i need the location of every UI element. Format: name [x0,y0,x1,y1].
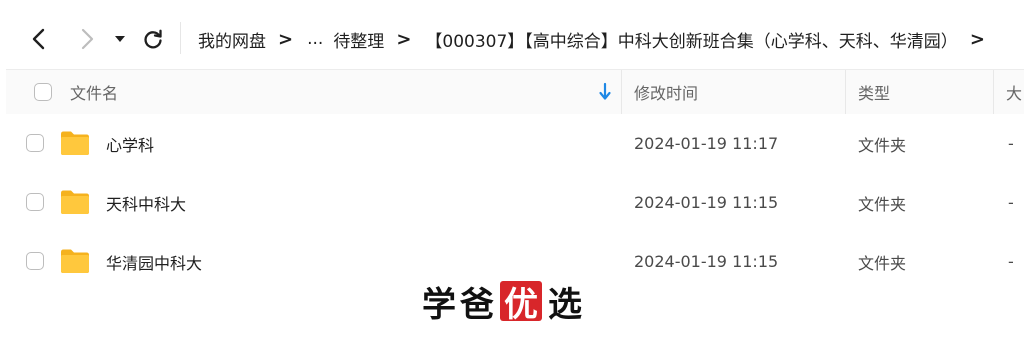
table-row[interactable]: 心学科 2024-01-19 11:17 文件夹 - [6,114,1024,173]
file-browser-window: 我的网盘 > ... 待整理 > 【000307】【高中综合】中科大创新班合集（… [0,0,1024,359]
refresh-icon [144,29,162,49]
breadcrumb-separator-icon: > [396,28,412,50]
column-header-size[interactable]: 大 [1006,70,1022,114]
watermark-text: 学爸 [422,284,498,325]
caret-down-icon [115,36,125,42]
folder-icon [61,190,89,214]
file-name[interactable]: 心学科 [106,114,154,173]
breadcrumb-ellipsis[interactable]: ... [307,29,323,49]
sort-down-arrow-icon[interactable] [598,82,612,102]
file-size: - [1008,252,1014,271]
chevron-left-icon [32,28,45,50]
column-resize-handle[interactable] [621,70,622,114]
column-header-modified[interactable]: 修改时间 [634,70,698,114]
history-dropdown-button[interactable] [106,24,134,54]
file-size: - [1008,134,1014,153]
nav-divider [180,22,181,54]
breadcrumb: 我的网盘 > ... 待整理 > 【000307】【高中综合】中科大创新班合集（… [198,24,999,54]
row-checkbox[interactable] [26,252,44,270]
file-modified-time: 2024-01-19 11:15 [634,252,779,271]
file-type: 文件夹 [858,253,907,273]
file-size: - [1008,193,1014,212]
chevron-right-icon [81,28,94,50]
breadcrumb-root[interactable]: 我的网盘 [198,27,266,52]
refresh-button[interactable] [138,24,168,54]
file-type: 文件夹 [858,135,907,155]
breadcrumb-separator-icon: > [278,28,294,50]
folder-icon [61,131,89,155]
select-all-checkbox[interactable] [34,83,52,101]
column-header-type[interactable]: 类型 [858,70,890,114]
file-list-header: 文件名 修改时间 类型 大 [6,69,1024,115]
watermark-text: 选 [548,284,586,325]
back-button[interactable] [24,24,54,54]
file-name[interactable]: 华清园中科大 [106,232,202,291]
navigation-bar: 我的网盘 > ... 待整理 > 【000307】【高中综合】中科大创新班合集（… [0,0,1024,76]
forward-button[interactable] [72,24,102,54]
column-header-name[interactable]: 文件名 [70,70,118,114]
breadcrumb-item-pending[interactable]: 待整理 [333,27,384,52]
column-resize-handle[interactable] [845,70,846,114]
table-row[interactable]: 天科中科大 2024-01-19 11:15 文件夹 - [6,173,1024,232]
row-checkbox[interactable] [26,134,44,152]
file-modified-time: 2024-01-19 11:15 [634,193,779,212]
breadcrumb-separator-icon: > [969,28,985,50]
file-type: 文件夹 [858,194,907,214]
folder-icon [61,249,89,273]
file-name[interactable]: 天科中科大 [106,173,186,232]
watermark-accent-badge: 优 [500,281,542,325]
file-modified-time: 2024-01-19 11:17 [634,134,779,153]
row-checkbox[interactable] [26,193,44,211]
column-resize-handle[interactable] [993,70,994,114]
watermark-logo: 学爸 优 选 [422,279,586,325]
breadcrumb-item-current-folder[interactable]: 【000307】【高中综合】中科大创新班合集（心学科、天科、华清园） [425,27,957,52]
